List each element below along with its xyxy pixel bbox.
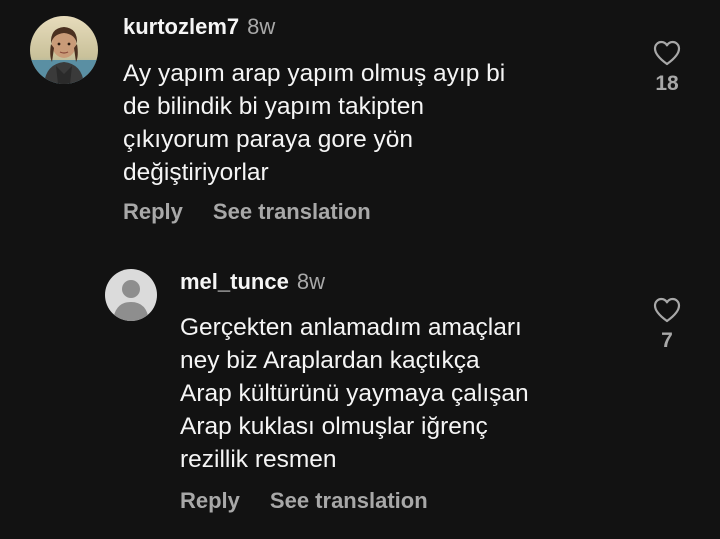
comment-actions: Reply See translation — [123, 199, 371, 225]
like-count: 18 — [655, 72, 679, 95]
comment-text: Gerçekten anlamadım amaçları ney biz Ara… — [180, 314, 529, 473]
avatar[interactable] — [30, 16, 98, 84]
reply-button[interactable]: Reply — [180, 488, 240, 513]
username[interactable]: kurtozlem7 — [123, 14, 239, 39]
heart-outline-icon[interactable] — [653, 40, 681, 66]
see-translation-button[interactable]: See translation — [213, 199, 371, 224]
username[interactable]: mel_tunce — [180, 269, 289, 294]
like-count: 7 — [661, 329, 673, 352]
heart-outline-icon[interactable] — [653, 297, 681, 323]
comment-actions: Reply See translation — [180, 488, 428, 514]
comment-text: Ay yapım arap yapım olmuş ayıp bi de bil… — [123, 60, 506, 186]
comment-header: mel_tunce 8w — [180, 269, 325, 295]
like-control: 7 — [647, 297, 687, 353]
like-control: 18 — [647, 40, 687, 96]
timestamp: 8w — [296, 269, 325, 294]
timestamp: 8w — [247, 14, 276, 39]
reply-button[interactable]: Reply — [123, 199, 183, 224]
comment-header: kurtozlem7 8w — [123, 14, 275, 40]
see-translation-button[interactable]: See translation — [270, 488, 428, 513]
default-avatar-icon[interactable] — [105, 269, 157, 321]
